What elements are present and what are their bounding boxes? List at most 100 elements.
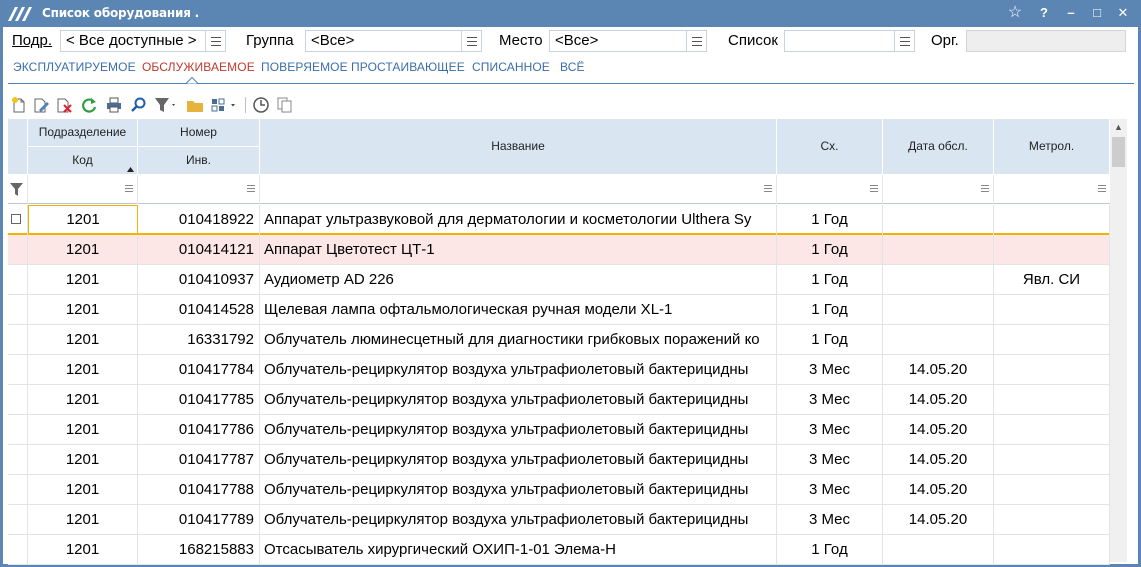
table-row[interactable]: 1201 010417785 Облучатель-рециркулятор в… [8, 385, 1110, 415]
row-selector[interactable] [8, 205, 28, 235]
filter-cell-nazvanie[interactable] [260, 175, 777, 204]
header-nazvanie-label: Название [491, 139, 545, 153]
cell-sch: 1 Год [777, 295, 883, 325]
row-selector[interactable] [8, 445, 28, 475]
row-selector[interactable] [8, 475, 28, 505]
spisok-list-button[interactable] [894, 31, 914, 51]
cell-name: Облучатель-рециркулятор воздуха ультрафи… [260, 505, 777, 535]
header-kod-label: Код [72, 153, 93, 167]
row-selector[interactable] [8, 535, 28, 565]
tab-ekspluatiruemoe[interactable]: ЭКСПЛУАТИРУЕМОЕ [13, 60, 136, 74]
cell-name: Аппарат ультразвуковой для дерматологии … [260, 205, 777, 235]
copy-icon[interactable] [276, 96, 294, 114]
find-icon[interactable] [130, 96, 148, 114]
gruppa-value: <Все> [311, 32, 355, 49]
toolbar-separator [245, 97, 246, 113]
header-kod[interactable]: Код [28, 147, 138, 175]
header-podrazdelenie[interactable]: Подразделение [28, 119, 138, 147]
tab-vsyo[interactable]: ВСЁ [560, 60, 585, 74]
filter-row-toggle[interactable] [8, 175, 28, 204]
header-metrol-label: Метрол. [1028, 139, 1075, 153]
cell-kod: 1201 [28, 355, 138, 385]
tab-prostaivayushchee[interactable]: ПРОСТАИВАЮЩЕЕ [351, 60, 465, 74]
table-row[interactable]: 1201 010417786 Облучатель-рециркулятор в… [8, 415, 1110, 445]
window-frame-left [0, 27, 3, 567]
cell-kod: 1201 [28, 475, 138, 505]
filter-cell-inv[interactable] [138, 175, 260, 204]
header-metrol[interactable]: Метрол. [994, 119, 1110, 175]
vertical-scrollbar[interactable]: ▲ [1110, 119, 1127, 562]
table-row[interactable]: 1201 168215883 Отсасыватель хирургически… [8, 535, 1110, 565]
table-row[interactable]: 1201 010417789 Облучатель-рециркулятор в… [8, 505, 1110, 535]
minimize-button[interactable]: – [1061, 3, 1081, 23]
table-row[interactable]: 1201 010414528 Щелевая лампа офтальмолог… [8, 295, 1110, 325]
row-selector[interactable] [8, 355, 28, 385]
row-selector[interactable] [8, 295, 28, 325]
table-row[interactable]: 1201 010417788 Облучатель-рециркулятор в… [8, 475, 1110, 505]
close-button[interactable]: ✕ [1113, 3, 1133, 23]
edit-icon[interactable] [32, 96, 50, 114]
folder-icon[interactable] [186, 96, 204, 114]
filter-cell-metrol[interactable] [994, 175, 1110, 204]
row-selector[interactable] [8, 235, 28, 265]
cell-name: Облучатель-рециркулятор воздуха ультрафи… [260, 415, 777, 445]
cell-metr [994, 535, 1110, 565]
table-row[interactable]: 1201 010410937 Аудиометр AD 226 1 Год Яв… [8, 265, 1110, 295]
table-row[interactable]: 1201 010417787 Облучатель-рециркулятор в… [8, 445, 1110, 475]
header-nazvanie[interactable]: Название [260, 119, 777, 175]
cell-date: 14.05.20 [883, 505, 994, 535]
cell-inv: 010418922 [138, 205, 260, 235]
scrollbar-thumb[interactable] [1112, 137, 1125, 167]
header-inv[interactable]: Инв. [138, 147, 260, 175]
table-row[interactable]: 1201 010417784 Облучатель-рециркулятор в… [8, 355, 1110, 385]
table-row[interactable]: 1201 010418922 Аппарат ультразвуковой дл… [8, 205, 1110, 235]
table-row[interactable]: 1201 010414121 Аппарат Цветотест ЦТ-1 1 … [8, 235, 1110, 265]
filter-cell-kod[interactable] [28, 175, 138, 204]
podr-select[interactable]: < Все доступные > [60, 30, 226, 52]
help-button[interactable]: ? [1034, 3, 1054, 23]
filter-cell-data-obsl[interactable] [883, 175, 994, 204]
filter-cell-sch[interactable] [777, 175, 883, 204]
header-sch[interactable]: Сх. [777, 119, 883, 175]
row-selector[interactable] [8, 505, 28, 535]
podr-list-button[interactable] [205, 31, 225, 51]
clock-icon[interactable] [252, 96, 270, 114]
scroll-up-arrow-icon[interactable]: ▲ [1110, 119, 1127, 136]
cell-kod: 1201 [28, 445, 138, 475]
table-row[interactable]: 1201 16331792 Облучатель люминесцетный д… [8, 325, 1110, 355]
cell-metr [994, 385, 1110, 415]
header-selector-cell [8, 119, 28, 175]
tab-obsluzhivaemoe[interactable]: ОБСЛУЖИВАЕМОЕ [142, 60, 255, 74]
mesto-select[interactable]: <Все> [549, 30, 707, 52]
cell-kod: 1201 [28, 505, 138, 535]
header-data-obsl[interactable]: Дата обсл. [883, 119, 994, 175]
cell-kod: 1201 [28, 265, 138, 295]
header-nomer[interactable]: Номер [138, 119, 260, 147]
filter-icon[interactable] [154, 96, 178, 114]
gruppa-list-button[interactable] [461, 31, 481, 51]
tab-poveryaemoe[interactable]: ПОВЕРЯЕМОЕ [261, 60, 348, 74]
tab-underline [8, 83, 1134, 84]
podr-label: Подр. [12, 32, 53, 49]
cell-inv: 16331792 [138, 325, 260, 355]
mesto-list-button[interactable] [686, 31, 706, 51]
refresh-icon[interactable] [80, 96, 98, 114]
row-selector[interactable] [8, 265, 28, 295]
row-selector[interactable] [8, 415, 28, 445]
cell-sch: 3 Мес [777, 385, 883, 415]
row-checkbox[interactable] [11, 214, 21, 224]
mesto-label: Место [499, 32, 543, 49]
tab-spisannoe[interactable]: СПИСАННОЕ [472, 60, 550, 74]
maximize-button[interactable]: □ [1087, 3, 1107, 23]
cell-date [883, 205, 994, 235]
print-icon[interactable] [105, 96, 123, 114]
row-selector[interactable] [8, 325, 28, 355]
spisok-select[interactable] [784, 30, 915, 52]
favorite-star-icon[interactable]: ☆ [1005, 3, 1025, 23]
new-icon[interactable] [10, 96, 28, 114]
gruppa-select[interactable]: <Все> [305, 30, 482, 52]
row-selector[interactable] [8, 385, 28, 415]
delete-icon[interactable] [55, 96, 73, 114]
column-filter-row [8, 175, 1110, 204]
layout-icon[interactable] [211, 96, 239, 114]
